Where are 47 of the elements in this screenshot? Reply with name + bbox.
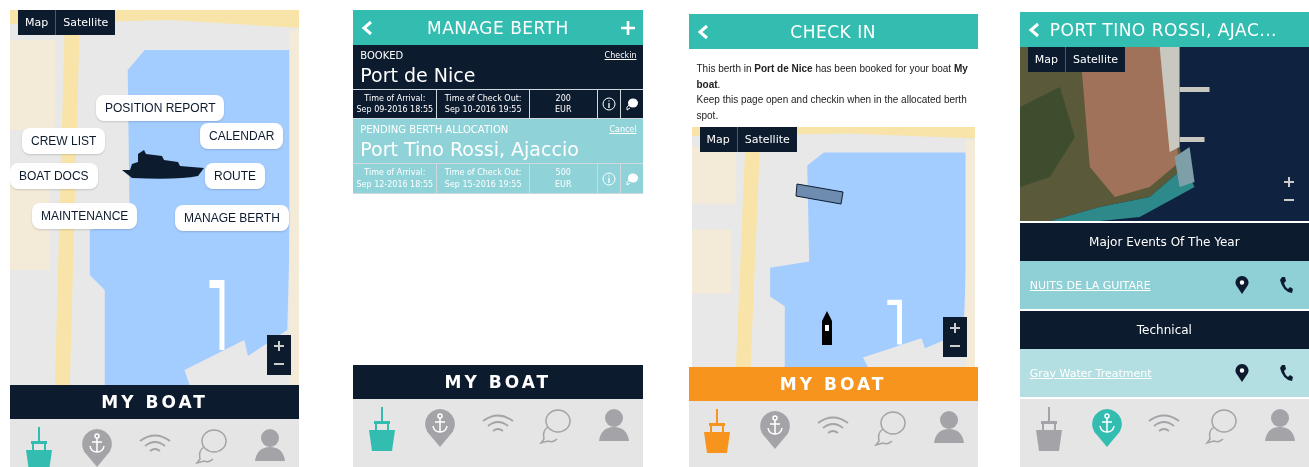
map-type-button[interactable]: Satellite: [1065, 47, 1126, 72]
section-heading: Technical: [1019, 309, 1309, 349]
instruction-text: This berth in Port de Nice has been booked for your boat My boat.: [696, 62, 969, 92]
menu-bubble[interactable]: MANAGE BERTH: [175, 205, 289, 231]
menu-bubble[interactable]: CREW LIST: [22, 128, 106, 154]
price-cell: 500 EUR: [529, 164, 597, 193]
phone-icon[interactable]: [1279, 364, 1293, 382]
section-heading: Major Events Of The Year: [1019, 221, 1309, 261]
booking-status: PENDING BERTH ALLOCATION: [360, 124, 509, 136]
arrival-cell: Time of Arrival: Sep 09-2016 18:55: [353, 90, 437, 119]
map-type-button[interactable]: Map: [699, 127, 737, 152]
menu-bubble[interactable]: MAINTENANCE: [32, 203, 138, 229]
checkout-cell: Time of Check Out: Sep 15-2016 19:55: [437, 164, 529, 193]
anchor-icon[interactable]: [79, 427, 114, 467]
menu-bubble[interactable]: BOAT DOCS: [10, 163, 98, 189]
map-type-button[interactable]: Map: [18, 10, 56, 35]
screen-title: MANAGE BERTH: [425, 17, 570, 38]
chat-icon[interactable]: [624, 97, 639, 112]
location-pin-icon[interactable]: [1235, 364, 1249, 382]
map-type-button[interactable]: Satellite: [737, 127, 797, 152]
berth-marker: [794, 182, 845, 206]
screen-title: CHECK IN: [789, 21, 877, 42]
price-cell: 200 EUR: [529, 90, 597, 119]
port-name: Port de Nice: [360, 64, 477, 86]
boat-icon[interactable]: [821, 311, 832, 347]
location-pin-icon[interactable]: [1235, 276, 1249, 294]
port-name: Port Tino Rossi, Ajaccio: [360, 138, 580, 161]
info-icon[interactable]: [601, 97, 616, 112]
plus-icon[interactable]: [1283, 176, 1295, 188]
back-icon[interactable]: [696, 23, 711, 40]
menu-bubble[interactable]: POSITION REPORT: [96, 95, 225, 121]
menu-bubble[interactable]: ROUTE: [205, 163, 265, 189]
booking-action-link[interactable]: Checkin: [604, 51, 637, 60]
map-type-button[interactable]: Map: [1027, 47, 1065, 72]
menu-bubble[interactable]: CALENDAR: [200, 123, 284, 149]
screen-title: PORT TINO ROSSI, AJAC...: [1049, 19, 1278, 40]
arrival-cell: Time of Arrival: Sep 12-2016 18:55: [353, 164, 437, 193]
my-boat-bar[interactable]: MY BOAT: [353, 365, 643, 399]
plus-icon[interactable]: [273, 340, 286, 352]
instruction-text: Keep this page open and checkin when in the allocated berth spot.: [696, 93, 968, 123]
map-type-button[interactable]: Satellite: [56, 10, 116, 35]
plus-icon[interactable]: [948, 322, 961, 334]
phone-icon[interactable]: [1279, 276, 1293, 294]
back-icon[interactable]: [1027, 21, 1042, 38]
booking-status: BOOKED: [360, 50, 404, 61]
my-boat-bar[interactable]: MY BOAT: [10, 385, 300, 419]
checkout-cell: Time of Check Out: Sep 10-2016 19:55: [437, 90, 529, 119]
